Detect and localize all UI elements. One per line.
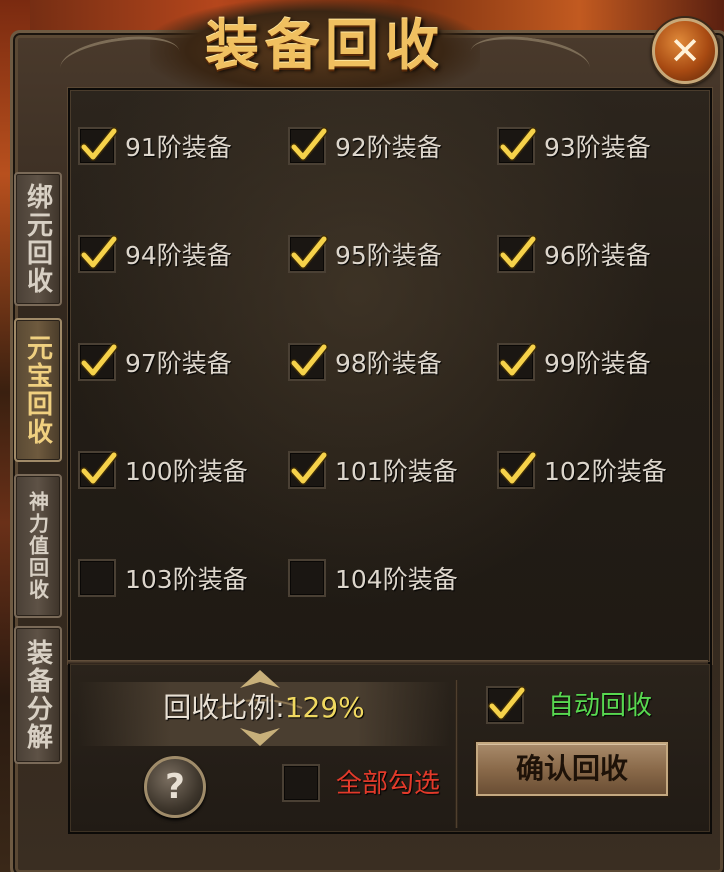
auto-recycle-label: 自动回收	[548, 691, 653, 721]
option-checkbox[interactable]	[497, 343, 537, 381]
tab-equipment-decompose[interactable]: 装备分解	[14, 626, 62, 764]
checkmark-icon	[499, 451, 537, 485]
option-label: 99阶装备	[544, 349, 651, 378]
option-checkbox[interactable]	[78, 343, 118, 381]
recycle-option[interactable]: 91阶装备	[78, 124, 232, 168]
checkmark-icon	[290, 127, 328, 161]
recycle-option[interactable]: 94阶装备	[78, 232, 232, 276]
checkmark-icon	[499, 235, 537, 269]
checkmark-icon	[488, 686, 526, 720]
recycle-option[interactable]: 97阶装备	[78, 340, 232, 384]
option-label: 92阶装备	[335, 133, 442, 162]
ratio-value: 129%	[284, 691, 365, 724]
select-all-checkbox[interactable]	[282, 764, 320, 802]
tab-yuanbao-recycle[interactable]: 元宝回收	[14, 318, 62, 462]
option-label: 102阶装备	[544, 457, 667, 486]
bottom-divider	[455, 680, 458, 828]
option-label: 101阶装备	[335, 457, 458, 486]
window-title: 装备回收	[205, 13, 445, 77]
option-label: 91阶装备	[125, 133, 232, 162]
help-button[interactable]: ?	[144, 756, 206, 818]
option-label: 93阶装备	[544, 133, 651, 162]
checkmark-icon	[80, 343, 118, 377]
option-label: 100阶装备	[125, 457, 248, 486]
tab-label: 装备分解	[22, 639, 53, 751]
tab-bind-yuan-recycle[interactable]: 绑元回收	[14, 172, 62, 306]
close-icon: ✕	[669, 29, 701, 73]
option-label: 98阶装备	[335, 349, 442, 378]
option-label: 96阶装备	[544, 241, 651, 270]
close-button[interactable]: ✕	[652, 18, 718, 84]
option-checkbox[interactable]	[288, 127, 328, 165]
option-label: 95阶装备	[335, 241, 442, 270]
option-label: 97阶装备	[125, 349, 232, 378]
checkmark-icon	[290, 235, 328, 269]
recycle-option[interactable]: 96阶装备	[497, 232, 651, 276]
option-label: 104阶装备	[335, 565, 458, 594]
option-label: 103阶装备	[125, 565, 248, 594]
checkmark-icon	[290, 451, 328, 485]
option-label: 94阶装备	[125, 241, 232, 270]
checkmark-icon	[80, 235, 118, 269]
select-all-label: 全部勾选	[336, 769, 441, 799]
tab-divine-power-recycle[interactable]: 神力值回收	[14, 474, 62, 618]
tab-label: 元宝回收	[22, 334, 53, 446]
recycle-option[interactable]: 102阶装备	[497, 448, 667, 492]
checkmark-icon	[499, 343, 537, 377]
game-scene: 装备回收 ✕ 绑元回收 元宝回收 神力值回收 装备分解 91阶装备 92阶装备 93…	[0, 0, 724, 872]
confirm-recycle-button[interactable]: 确认回收	[476, 742, 668, 796]
question-icon: ?	[165, 767, 185, 807]
tab-label: 神力值回收	[25, 491, 50, 601]
option-checkbox[interactable]	[497, 127, 537, 165]
option-checkbox[interactable]	[288, 559, 326, 597]
option-checkbox[interactable]	[78, 559, 116, 597]
tab-label: 绑元回收	[22, 183, 53, 295]
auto-recycle-checkbox[interactable]	[486, 686, 526, 724]
option-checkbox[interactable]	[78, 235, 118, 273]
option-checkbox[interactable]	[78, 127, 118, 165]
option-checkbox[interactable]	[288, 343, 328, 381]
checkmark-icon	[80, 127, 118, 161]
recycle-option[interactable]: 99阶装备	[497, 340, 651, 384]
recycle-option[interactable]: 98阶装备	[288, 340, 442, 384]
checkmark-icon	[80, 451, 118, 485]
recycle-option[interactable]: 92阶装备	[288, 124, 442, 168]
option-checkbox[interactable]	[288, 451, 328, 489]
option-checkbox[interactable]	[497, 451, 537, 489]
ratio-label: 回收比例:	[163, 691, 285, 724]
checkmark-icon	[290, 343, 328, 377]
option-checkbox[interactable]	[497, 235, 537, 273]
recycle-option[interactable]: 93阶装备	[497, 124, 651, 168]
recycle-option[interactable]: 104阶装备	[288, 556, 458, 600]
option-checkbox[interactable]	[78, 451, 118, 489]
checkmark-icon	[499, 127, 537, 161]
recycle-option[interactable]: 101阶装备	[288, 448, 458, 492]
recycle-option[interactable]: 100阶装备	[78, 448, 248, 492]
option-checkbox[interactable]	[288, 235, 328, 273]
recycle-option[interactable]: 103阶装备	[78, 556, 248, 600]
recycle-option[interactable]: 95阶装备	[288, 232, 442, 276]
ratio-display: 回收比例:129%	[78, 686, 450, 730]
